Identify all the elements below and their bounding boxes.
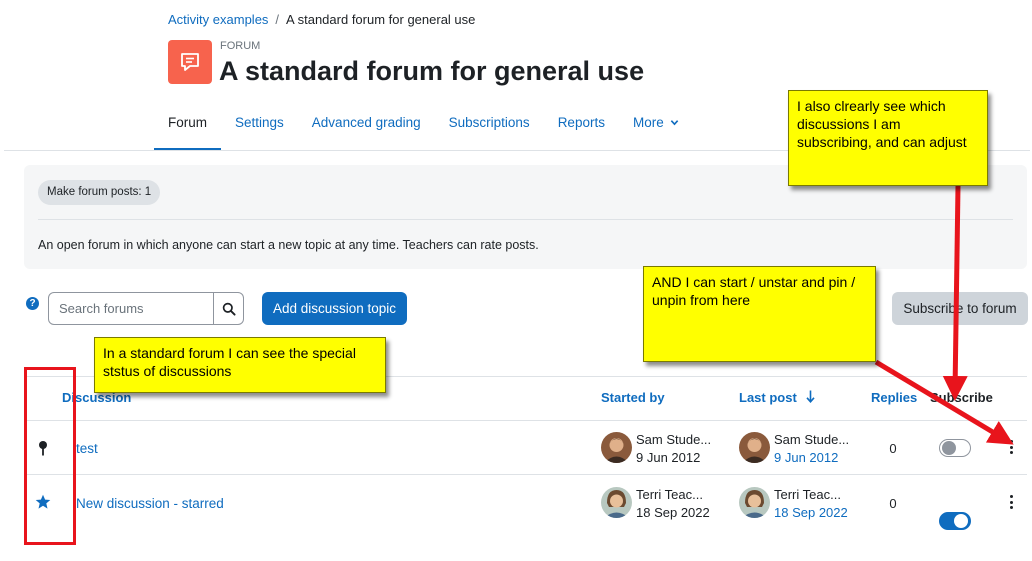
subscribe-toggle[interactable] <box>939 512 971 530</box>
avatar <box>739 432 770 463</box>
tab-reports[interactable]: Reports <box>544 100 619 151</box>
table-header-rule <box>24 420 1027 421</box>
tab-forum[interactable]: Forum <box>154 100 222 151</box>
page-title: A standard forum for general use <box>219 56 645 86</box>
forum-chat-icon <box>168 40 212 84</box>
started-by-name[interactable]: Sam Stude... <box>636 432 711 447</box>
replies-count: 0 <box>889 441 897 456</box>
tab-subscriptions[interactable]: Subscriptions <box>435 100 544 151</box>
chevron-down-icon <box>670 120 678 126</box>
started-by-name[interactable]: Terri Teac... <box>636 487 703 502</box>
secondary-nav: Forum Settings Advanced grading Subscrip… <box>154 100 693 151</box>
replies-count: 0 <box>889 496 897 511</box>
toggle-knob <box>942 441 956 455</box>
started-by-date: 9 Jun 2012 <box>636 450 701 465</box>
help-icon[interactable]: ? <box>26 297 39 310</box>
search-icon <box>222 302 236 316</box>
subscribe-to-forum-button[interactable]: Subscribe to forum <box>892 292 1028 325</box>
breadcrumb-link-activity-examples[interactable]: Activity examples <box>168 12 268 27</box>
avatar <box>601 487 632 518</box>
annotation-highlight-box <box>24 367 76 545</box>
started-by-date: 18 Sep 2022 <box>636 505 710 520</box>
add-discussion-topic-button[interactable]: Add discussion topic <box>262 292 407 325</box>
column-header-started-by[interactable]: Started by <box>601 390 665 405</box>
subscribe-toggle[interactable] <box>939 439 971 457</box>
discussion-title-link[interactable]: New discussion - starred <box>76 496 224 511</box>
table-row-rule <box>24 474 1027 475</box>
tab-settings[interactable]: Settings <box>221 100 298 151</box>
breadcrumb: Activity examples / A standard forum for… <box>168 12 475 27</box>
last-post-date-link[interactable]: 18 Sep 2022 <box>774 505 848 520</box>
discussion-actions-menu-icon[interactable] <box>1008 440 1014 454</box>
sort-descending-icon <box>806 390 816 404</box>
search-button[interactable] <box>214 292 244 325</box>
column-header-last-post[interactable]: Last post <box>739 390 816 405</box>
avatar <box>739 487 770 518</box>
tab-advanced-grading[interactable]: Advanced grading <box>298 100 435 151</box>
forum-description: An open forum in which anyone can start … <box>38 238 539 252</box>
last-post-name[interactable]: Terri Teac... <box>774 487 841 502</box>
info-divider <box>38 219 1013 220</box>
breadcrumb-current: A standard forum for general use <box>286 12 476 27</box>
discussion-title-link[interactable]: test <box>76 441 98 456</box>
discussion-actions-menu-icon[interactable] <box>1008 495 1014 509</box>
last-post-name[interactable]: Sam Stude... <box>774 432 849 447</box>
annotation-note-subscribing: I also clrearly see which discussions I … <box>788 90 988 186</box>
avatar <box>601 432 632 463</box>
breadcrumb-separator: / <box>275 12 280 27</box>
toggle-knob <box>954 514 968 528</box>
search-forums <box>48 292 244 325</box>
annotation-note-star-pin: AND I can start / unstar and pin / unpin… <box>643 266 876 362</box>
last-post-date-link[interactable]: 9 Jun 2012 <box>774 450 838 465</box>
completion-badge: Make forum posts: 1 <box>38 180 161 205</box>
column-header-subscribe: Subscribe <box>930 390 993 405</box>
tab-more[interactable]: More <box>619 100 693 151</box>
column-header-replies[interactable]: Replies <box>871 390 917 405</box>
activity-kind-label: FORUM <box>220 40 261 52</box>
search-input[interactable] <box>48 292 214 325</box>
annotation-note-status: In a standard forum I can see the specia… <box>94 337 386 393</box>
